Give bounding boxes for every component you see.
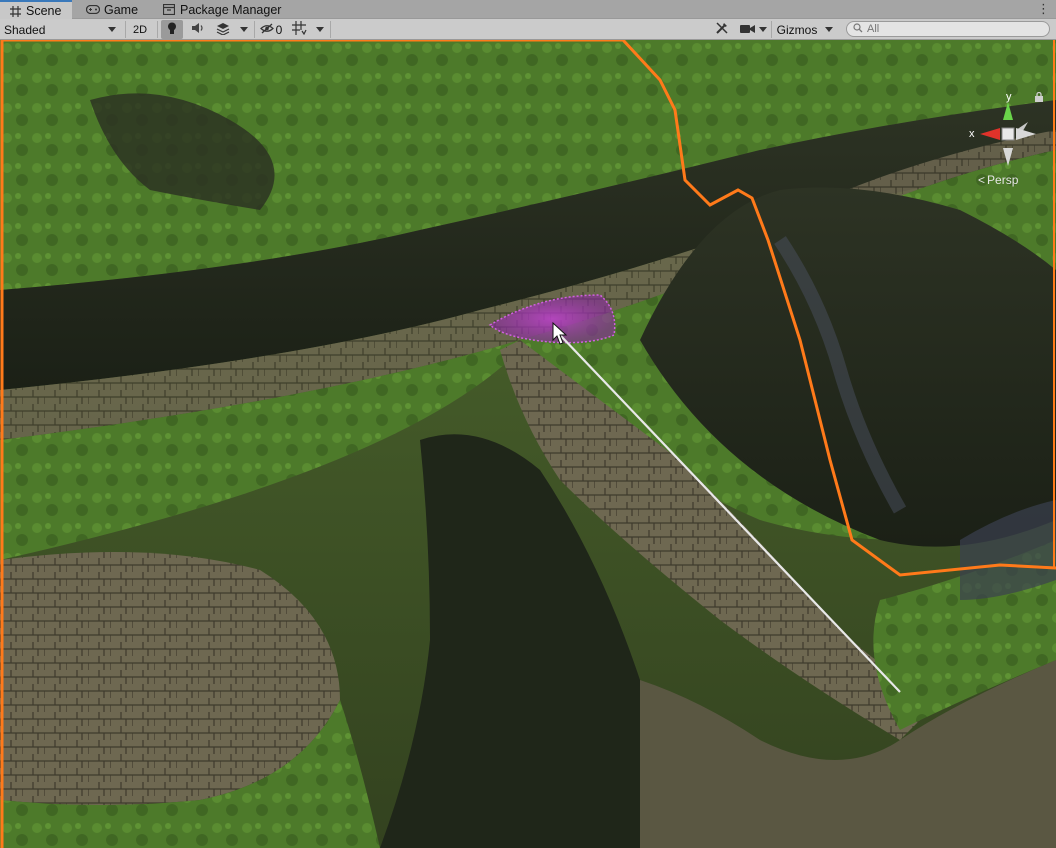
- draw-mode-label: Shaded: [4, 22, 46, 37]
- gizmo-y-label: y: [1006, 91, 1012, 103]
- lock-icon[interactable]: [1034, 92, 1044, 102]
- divider: [125, 21, 126, 38]
- grid-snap-icon: [291, 21, 307, 38]
- draw-mode-dropdown[interactable]: Shaded: [4, 20, 120, 39]
- search-input[interactable]: [867, 23, 1037, 35]
- chevron-down-icon: [108, 27, 116, 32]
- search-icon: [853, 22, 863, 36]
- divider: [771, 21, 772, 38]
- grid-icon: [8, 5, 22, 17]
- grid-toggle[interactable]: [288, 20, 310, 39]
- scene-toolbar: Shaded 2D 0 Gizmos All: [0, 19, 1056, 40]
- divider: [330, 21, 331, 38]
- lighting-toggle[interactable]: [161, 20, 183, 39]
- terrain-render[interactable]: [0, 40, 1056, 848]
- editor-tab-bar: Scene Game Package Manager ⋮: [0, 0, 1056, 20]
- tab-game[interactable]: Game: [78, 0, 150, 19]
- scene-search-field[interactable]: [846, 21, 1050, 37]
- tools-button[interactable]: [711, 20, 733, 39]
- gizmo-x-label: x: [969, 128, 975, 140]
- neg-y-axis-cone-icon[interactable]: [1003, 148, 1013, 166]
- scene-viewport[interactable]: y x < Persp: [0, 40, 1056, 848]
- gamepad-icon: [86, 4, 100, 16]
- chevron-down-icon: [759, 27, 767, 32]
- camera-button[interactable]: [737, 20, 757, 39]
- layers-icon: [216, 22, 230, 38]
- divider: [157, 21, 158, 38]
- gizmos-label: Gizmos: [776, 22, 818, 37]
- audio-toggle[interactable]: [187, 20, 209, 39]
- scene-visibility-toggle[interactable]: 0: [257, 20, 285, 39]
- tab-game-label: Game: [104, 2, 139, 17]
- tab-scene[interactable]: Scene: [0, 0, 72, 20]
- hidden-eye-icon: [259, 23, 274, 37]
- tab-package-manager[interactable]: Package Manager: [154, 0, 294, 19]
- package-icon: [162, 4, 176, 16]
- projection-toggle[interactable]: < Persp: [978, 173, 1018, 187]
- chevron-down-icon: [825, 27, 833, 32]
- chevron-down-icon: [240, 27, 248, 32]
- tools-icon: [715, 21, 729, 38]
- divider: [254, 21, 255, 38]
- speaker-icon: [191, 22, 205, 37]
- camera-icon: [739, 23, 755, 37]
- effects-dropdown[interactable]: [236, 20, 252, 39]
- lightbulb-icon: [167, 22, 177, 38]
- gizmos-button[interactable]: Gizmos: [774, 20, 820, 39]
- toggle-2d-label: 2D: [132, 23, 148, 36]
- kebab-menu-icon[interactable]: ⋮: [1037, 1, 1050, 17]
- hidden-count: 0: [275, 22, 283, 37]
- grid-dropdown[interactable]: [312, 20, 328, 39]
- x-axis-cone-icon[interactable]: [980, 128, 1000, 140]
- chevron-left-icon: <: [978, 173, 986, 187]
- gizmo-center-cube-icon[interactable]: [1001, 127, 1015, 141]
- tab-package-manager-label: Package Manager: [180, 2, 282, 17]
- chevron-down-icon: [316, 27, 324, 32]
- toggle-2d-button[interactable]: 2D: [128, 20, 152, 39]
- effects-toggle[interactable]: [212, 20, 234, 39]
- camera-dropdown[interactable]: [757, 20, 769, 39]
- gizmos-dropdown[interactable]: [822, 20, 836, 39]
- tab-scene-label: Scene: [26, 4, 62, 18]
- projection-label: Persp: [987, 173, 1019, 187]
- y-axis-cone-icon[interactable]: [1003, 102, 1013, 120]
